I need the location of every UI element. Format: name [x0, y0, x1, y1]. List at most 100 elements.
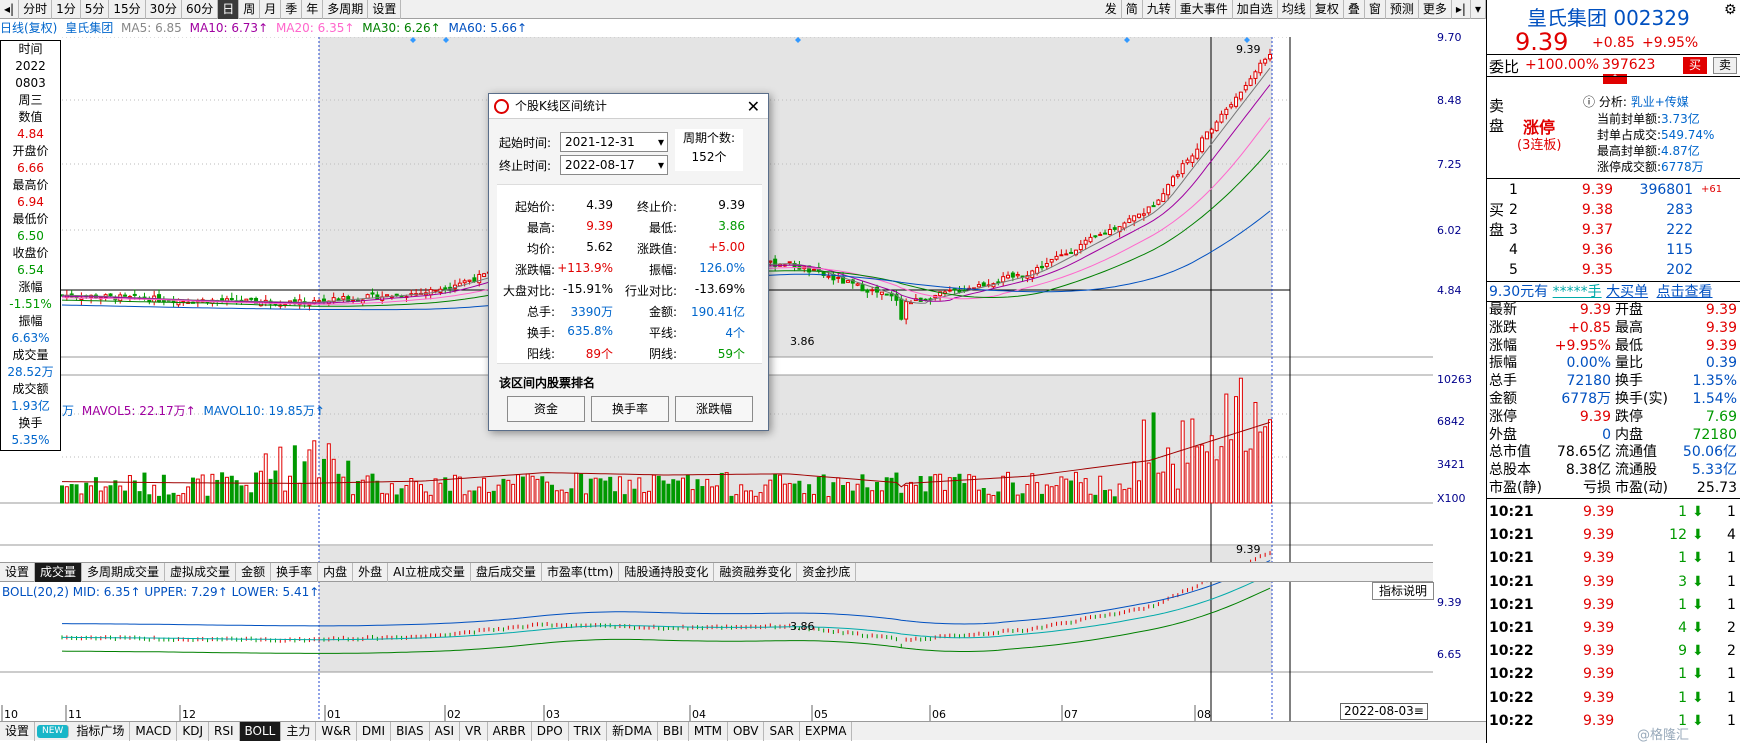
- period-tab[interactable]: 季: [281, 0, 303, 19]
- indicator-tab[interactable]: 资金抄底: [797, 563, 857, 582]
- period-tab[interactable]: 60分: [182, 0, 219, 19]
- info-value: 6.50: [17, 229, 44, 243]
- x-axis-label: 02: [447, 708, 461, 721]
- indicator-tab[interactable]: 成交量: [35, 563, 83, 582]
- volume-bar: [918, 475, 923, 504]
- period-tab[interactable]: 月: [260, 0, 282, 19]
- indicator-tab[interactable]: DMI: [357, 722, 392, 741]
- period-tab[interactable]: 年: [302, 0, 324, 19]
- indicator-tab[interactable]: EXPMA: [800, 722, 853, 741]
- tick-count: 1: [1727, 504, 1736, 520]
- next-arrow-icon[interactable]: ▸|: [1452, 0, 1471, 19]
- toolbar-button[interactable]: 九转: [1143, 0, 1176, 19]
- indicator-tab[interactable]: 设置: [0, 563, 36, 582]
- analysis-link[interactable]: 乳业+传媒: [1631, 95, 1689, 109]
- period-tab[interactable]: 分时: [19, 0, 53, 19]
- stat-key: 阴线:: [648, 347, 677, 361]
- indicator-tab[interactable]: 设置: [0, 722, 36, 741]
- indicator-tab[interactable]: OBV: [728, 722, 765, 741]
- indicator-tab[interactable]: SAR: [764, 722, 800, 741]
- tick-time: 10:21: [1489, 527, 1534, 544]
- volume-bar: [491, 490, 496, 504]
- volume-bar: [1001, 475, 1006, 504]
- indicator-tab[interactable]: KDJ: [177, 722, 209, 741]
- bid-row[interactable]: 3 9.37 222: [1487, 220, 1740, 240]
- close-icon[interactable]: ✕: [747, 94, 760, 119]
- indicator-tab[interactable]: 金额: [236, 563, 272, 582]
- indicator-tab[interactable]: 虚拟成交量: [165, 563, 237, 582]
- indicator-tab[interactable]: BOLL: [239, 722, 282, 741]
- indicator-tab[interactable]: BBI: [658, 722, 689, 741]
- indicator-tab[interactable]: TRIX: [569, 722, 608, 741]
- indicator-tab[interactable]: VR: [460, 722, 488, 741]
- period-tab[interactable]: 设置: [368, 0, 402, 19]
- rank-button[interactable]: 资金: [507, 396, 585, 422]
- indicator-tab[interactable]: 外盘: [353, 563, 389, 582]
- indicator-tab[interactable]: ARBR: [488, 722, 532, 741]
- buy-button[interactable]: 买: [1683, 57, 1707, 74]
- toolbar-button[interactable]: 叠: [1344, 0, 1365, 19]
- candle-body: [1132, 215, 1137, 222]
- toolbar-button[interactable]: 均线: [1278, 0, 1311, 19]
- info-key: 最低价: [12, 212, 49, 226]
- period-tab[interactable]: 5分: [81, 0, 110, 19]
- indicator-tab[interactable]: 指标广场: [71, 722, 131, 741]
- rank-button[interactable]: 换手率: [591, 396, 669, 422]
- indicator-help-button[interactable]: 指标说明: [1372, 582, 1434, 600]
- period-tab[interactable]: 多周期: [323, 0, 369, 19]
- toolbar-button[interactable]: 加自选: [1233, 0, 1278, 19]
- bid-row[interactable]: 4 9.36 115: [1487, 240, 1740, 260]
- start-time-select[interactable]: 2021-12-31 ▾: [560, 132, 668, 152]
- toolbar-button[interactable]: 简: [1122, 0, 1143, 19]
- indicator-tab[interactable]: 盘后成交量: [471, 563, 542, 582]
- indicator-tab[interactable]: MTM: [689, 722, 728, 741]
- candle-body: [981, 282, 986, 287]
- dialog-titlebar[interactable]: 个股K线区间统计 ✕: [489, 94, 768, 119]
- bid-row[interactable]: 2 9.38 283: [1487, 200, 1740, 220]
- indicator-tab[interactable]: 主力: [281, 722, 317, 741]
- toolbar-button[interactable]: 复权: [1311, 0, 1344, 19]
- bid-row[interactable]: 5 9.35 202: [1487, 260, 1740, 280]
- period-tab[interactable]: 日: [218, 0, 240, 19]
- indicator-tab[interactable]: ASI: [430, 722, 461, 741]
- indicator-tab[interactable]: 换手率: [271, 563, 319, 582]
- indicator-tab[interactable]: W&R: [316, 722, 357, 741]
- volume-bar: [991, 494, 996, 504]
- quote-value: 1.35%: [1692, 373, 1737, 390]
- indicator-tab[interactable]: 内盘: [318, 563, 354, 582]
- big-order-link[interactable]: 点击查看: [1657, 284, 1713, 300]
- date-menu-icon[interactable]: ≡: [1414, 704, 1424, 718]
- indicator-tab[interactable]: NEW: [37, 725, 70, 738]
- indicator-tab[interactable]: RSI: [209, 722, 240, 741]
- tick-volume: 1: [1678, 550, 1687, 567]
- indicator-tab[interactable]: 新DMA: [607, 722, 658, 741]
- bid-row[interactable]: 1 9.39 396801 +61: [1487, 180, 1740, 200]
- period-tab[interactable]: 1分: [52, 0, 81, 19]
- indicator-tab[interactable]: 陆股通持股变化: [619, 563, 715, 582]
- indicator-tab[interactable]: DPO: [532, 722, 569, 741]
- rank-button[interactable]: 涨跌幅: [675, 396, 753, 422]
- indicator-tab[interactable]: 多周期成交量: [82, 563, 166, 582]
- indicator-tab[interactable]: 市盈率(ttm): [542, 563, 620, 582]
- toolbar-button[interactable]: 预测: [1386, 0, 1419, 19]
- volume-bar: [166, 494, 171, 504]
- sell-button[interactable]: 卖: [1713, 57, 1737, 74]
- period-tab[interactable]: 周: [239, 0, 261, 19]
- indicator-tab[interactable]: MACD: [130, 722, 178, 741]
- bid-volume: 115: [1666, 242, 1693, 258]
- volume-bar: [816, 476, 821, 504]
- toolbar-button[interactable]: 重大事件: [1176, 0, 1233, 19]
- indicator-tab[interactable]: BIAS: [391, 722, 430, 741]
- settings-gear-icon[interactable]: ⚙: [1724, 2, 1737, 18]
- toolbar-button[interactable]: 发: [1101, 0, 1122, 19]
- indicator-tab[interactable]: 融资融券变化: [714, 563, 798, 582]
- candle-body: [1141, 213, 1146, 216]
- toolbar-button[interactable]: 更多: [1419, 0, 1452, 19]
- end-time-select[interactable]: 2022-08-17 ▾: [560, 155, 668, 175]
- prev-arrow-icon[interactable]: ◂|: [0, 0, 20, 19]
- period-tab[interactable]: 15分: [109, 0, 146, 19]
- chevron-down-icon[interactable]: ▾: [1471, 0, 1486, 19]
- indicator-tab[interactable]: AI立桩成交量: [388, 563, 471, 582]
- period-tab[interactable]: 30分: [146, 0, 182, 19]
- toolbar-button[interactable]: 窗: [1365, 0, 1386, 19]
